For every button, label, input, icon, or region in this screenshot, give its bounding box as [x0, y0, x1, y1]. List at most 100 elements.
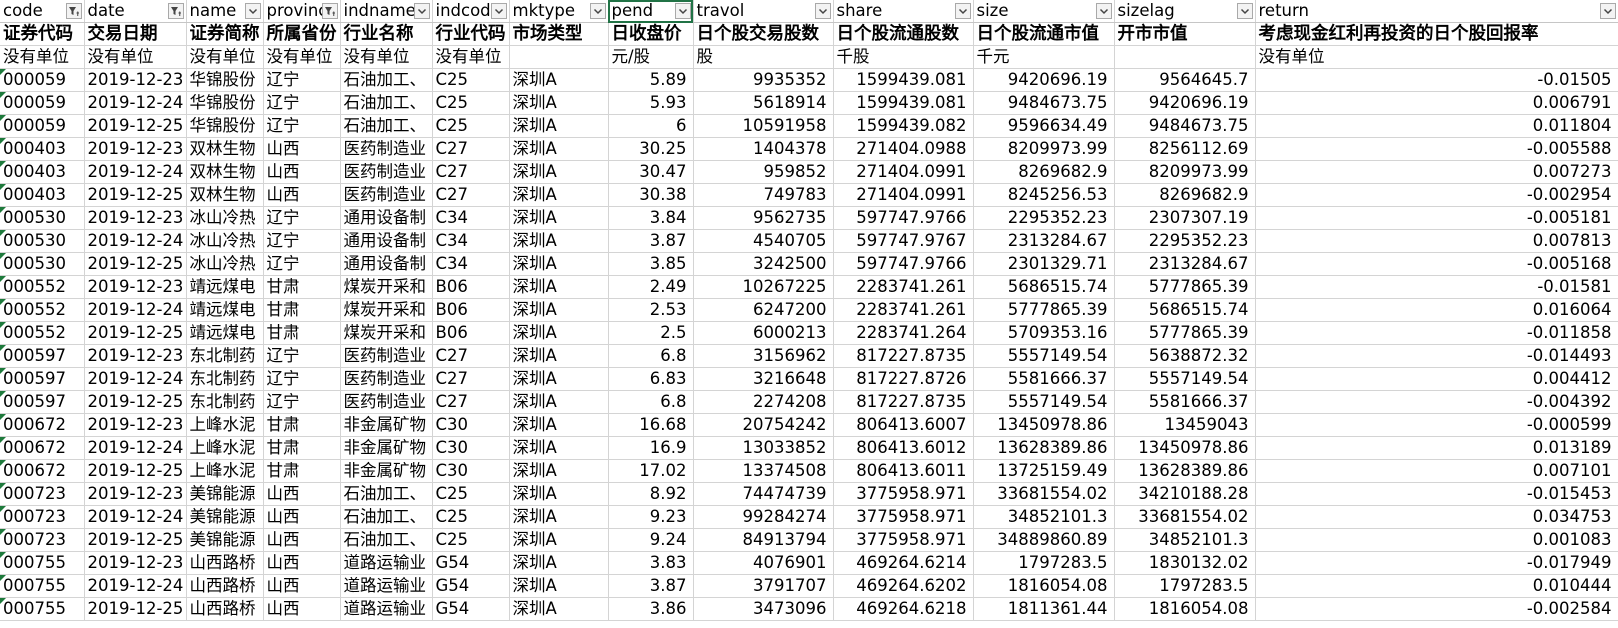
table-cell[interactable]: 2019-12-24: [84, 160, 187, 185]
table-cell[interactable]: 3216648: [693, 367, 834, 392]
filter-active-icon[interactable]: [167, 3, 184, 19]
table-cell[interactable]: 3242500: [693, 252, 834, 277]
unit-cell[interactable]: 没有单位: [263, 45, 341, 70]
table-cell[interactable]: 30.47: [608, 160, 694, 185]
table-cell[interactable]: C25: [432, 528, 510, 553]
table-cell[interactable]: 6: [608, 114, 694, 139]
table-cell[interactable]: 33681554.02: [1114, 505, 1256, 530]
unit-cell[interactable]: 没有单位: [84, 45, 187, 70]
filter-dropdown-icon[interactable]: [954, 3, 971, 19]
table-cell[interactable]: 000552: [0, 298, 85, 323]
table-cell[interactable]: -0.017949: [1255, 551, 1618, 576]
filter-header-cell[interactable]: indcode: [432, 0, 510, 24]
table-cell[interactable]: 16.68: [608, 413, 694, 438]
table-cell[interactable]: 3775958.971: [833, 482, 974, 507]
table-cell[interactable]: 9484673.75: [1114, 114, 1256, 139]
column-label-cell[interactable]: 日个股流通股数: [833, 22, 974, 47]
table-cell[interactable]: 5557149.54: [973, 344, 1115, 369]
table-cell[interactable]: 山西: [263, 137, 341, 162]
table-cell[interactable]: 2.49: [608, 275, 694, 300]
column-label-cell[interactable]: 考虑现金红利再投资的日个股回报率: [1255, 22, 1618, 47]
table-cell[interactable]: 6247200: [693, 298, 834, 323]
table-cell[interactable]: 冰山冷热: [186, 229, 264, 254]
column-label-cell[interactable]: 行业名称: [340, 22, 433, 47]
table-cell[interactable]: 辽宁: [263, 344, 341, 369]
table-cell[interactable]: 13450978.86: [1114, 436, 1256, 461]
table-cell[interactable]: 2019-12-24: [84, 505, 187, 530]
table-cell[interactable]: 5686515.74: [973, 275, 1115, 300]
filter-header-cell[interactable]: share: [833, 0, 974, 24]
table-cell[interactable]: 甘肃: [263, 459, 341, 484]
table-cell[interactable]: 959852: [693, 160, 834, 185]
table-cell[interactable]: 医药制造业: [340, 137, 433, 162]
table-cell[interactable]: 深圳A: [509, 252, 609, 277]
table-cell[interactable]: 1816054.08: [973, 574, 1115, 599]
table-cell[interactable]: 道路运输业: [340, 597, 433, 622]
table-cell[interactable]: 美锦能源: [186, 528, 264, 553]
unit-cell[interactable]: [509, 45, 609, 70]
table-cell[interactable]: 医药制造业: [340, 367, 433, 392]
table-cell[interactable]: B06: [432, 275, 510, 300]
table-cell[interactable]: 3.86: [608, 597, 694, 622]
table-cell[interactable]: 4540705: [693, 229, 834, 254]
filter-dropdown-icon[interactable]: [814, 3, 831, 19]
table-cell[interactable]: 深圳A: [509, 367, 609, 392]
table-cell[interactable]: 6.8: [608, 344, 694, 369]
table-cell[interactable]: 辽宁: [263, 229, 341, 254]
table-cell[interactable]: 靖远煤电: [186, 321, 264, 346]
table-cell[interactable]: -0.002954: [1255, 183, 1618, 208]
table-cell[interactable]: 甘肃: [263, 298, 341, 323]
table-cell[interactable]: 甘肃: [263, 321, 341, 346]
table-cell[interactable]: -0.01581: [1255, 275, 1618, 300]
table-cell[interactable]: 煤炭开采和: [340, 298, 433, 323]
column-label-cell[interactable]: 市场类型: [509, 22, 609, 47]
table-cell[interactable]: -0.002584: [1255, 597, 1618, 622]
table-cell[interactable]: G54: [432, 551, 510, 576]
table-cell[interactable]: 5709353.16: [973, 321, 1115, 346]
table-cell[interactable]: 9.24: [608, 528, 694, 553]
table-cell[interactable]: 000403: [0, 183, 85, 208]
column-label-cell[interactable]: 所属省份: [263, 22, 341, 47]
filter-active-icon[interactable]: [65, 3, 82, 19]
table-cell[interactable]: 华锦股份: [186, 91, 264, 116]
table-cell[interactable]: 5777865.39: [1114, 321, 1256, 346]
table-cell[interactable]: 469264.6218: [833, 597, 974, 622]
table-cell[interactable]: 深圳A: [509, 91, 609, 116]
table-cell[interactable]: 2019-12-23: [84, 206, 187, 231]
table-cell[interactable]: 辽宁: [263, 91, 341, 116]
table-cell[interactable]: 271404.0991: [833, 160, 974, 185]
column-label-cell[interactable]: 日个股交易股数: [693, 22, 834, 47]
table-cell[interactable]: 辽宁: [263, 114, 341, 139]
unit-cell[interactable]: 千股: [833, 45, 974, 70]
table-cell[interactable]: 2307307.19: [1114, 206, 1256, 231]
table-cell[interactable]: 5557149.54: [973, 390, 1115, 415]
table-cell[interactable]: 2019-12-24: [84, 229, 187, 254]
table-cell[interactable]: 深圳A: [509, 114, 609, 139]
table-cell[interactable]: 山西: [263, 574, 341, 599]
filter-header-cell[interactable]: indname: [340, 0, 433, 24]
table-cell[interactable]: 1797283.5: [1114, 574, 1256, 599]
table-cell[interactable]: 通用设备制: [340, 206, 433, 231]
filter-dropdown-icon[interactable]: [413, 3, 430, 19]
table-cell[interactable]: 辽宁: [263, 206, 341, 231]
table-cell[interactable]: C30: [432, 436, 510, 461]
filter-dropdown-icon[interactable]: [589, 3, 606, 19]
table-cell[interactable]: 806413.6011: [833, 459, 974, 484]
table-cell[interactable]: 8.92: [608, 482, 694, 507]
table-cell[interactable]: 3473096: [693, 597, 834, 622]
table-cell[interactable]: 美锦能源: [186, 482, 264, 507]
table-cell[interactable]: 6.83: [608, 367, 694, 392]
table-cell[interactable]: 5581666.37: [973, 367, 1115, 392]
table-cell[interactable]: 辽宁: [263, 68, 341, 93]
table-cell[interactable]: 000597: [0, 344, 85, 369]
table-cell[interactable]: 13450978.86: [973, 413, 1115, 438]
table-cell[interactable]: 3156962: [693, 344, 834, 369]
table-cell[interactable]: 1599439.081: [833, 68, 974, 93]
table-cell[interactable]: 2295352.23: [973, 206, 1115, 231]
table-cell[interactable]: 2019-12-23: [84, 137, 187, 162]
table-cell[interactable]: 8269682.9: [1114, 183, 1256, 208]
table-cell[interactable]: 非金属矿物: [340, 436, 433, 461]
table-cell[interactable]: 0.007273: [1255, 160, 1618, 185]
table-cell[interactable]: 469264.6202: [833, 574, 974, 599]
table-cell[interactable]: 2283741.261: [833, 275, 974, 300]
